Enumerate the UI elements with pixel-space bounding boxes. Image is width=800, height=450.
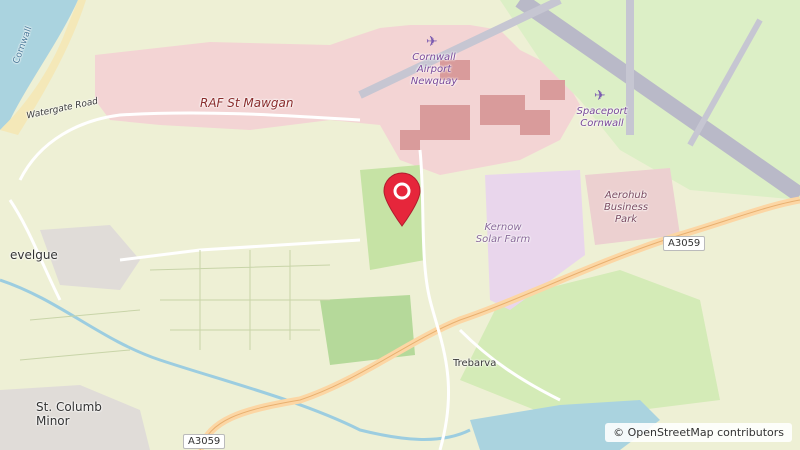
map-view[interactable]: evelgue Watergate Road Cornwall RAF St M… <box>0 0 800 450</box>
spaceport-plane-icon: ✈ <box>594 88 606 104</box>
place-label-st-columb: St. Columb Minor <box>36 400 102 429</box>
military-label: RAF St Mawgan <box>200 96 294 110</box>
road-shield-a3059-west: A3059 <box>183 434 226 449</box>
place-label-evelgue: evelgue <box>10 248 58 262</box>
place-label-trebarva: Trebarva <box>453 358 497 369</box>
map-attribution[interactable]: © OpenStreetMap contributors <box>605 423 792 442</box>
spaceport-label: Spaceport Cornwall <box>576 106 628 129</box>
airport-plane-icon: ✈ <box>426 34 438 50</box>
solar-farm-label: Kernow Solar Farm <box>475 222 531 245</box>
business-park-label: Aerohub Business Park <box>603 190 649 225</box>
airport-label: Cornwall Airport Newquay <box>410 52 458 87</box>
map-pin-icon[interactable] <box>382 172 422 228</box>
road-shield-a3059-east: A3059 <box>663 236 706 251</box>
